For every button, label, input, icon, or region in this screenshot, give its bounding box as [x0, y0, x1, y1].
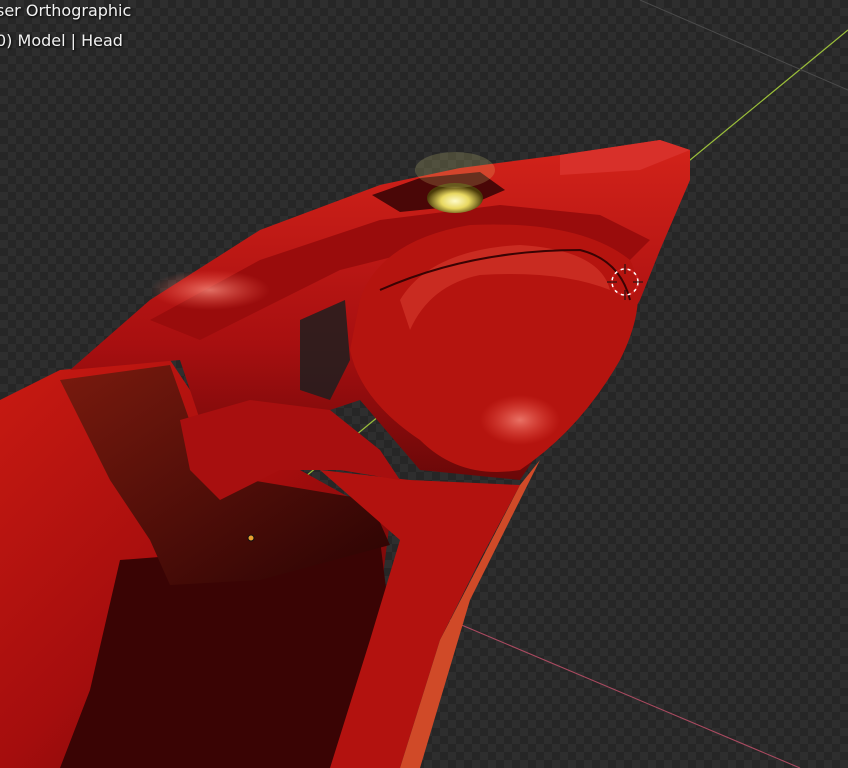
viewport-view-name: ser Orthographic	[0, 1, 132, 20]
model-highlight-1	[480, 395, 560, 445]
viewport-object-info: 0) Model | Head	[0, 31, 123, 50]
viewport-scene[interactable]	[0, 0, 848, 768]
object-origin-icon[interactable]	[247, 534, 255, 542]
model-eye-glow	[415, 152, 495, 188]
grid-line-upper	[639, 0, 848, 91]
model-highlight-2	[150, 270, 270, 310]
3d-viewport[interactable]: ser Orthographic 0) Model | Head	[0, 0, 848, 768]
